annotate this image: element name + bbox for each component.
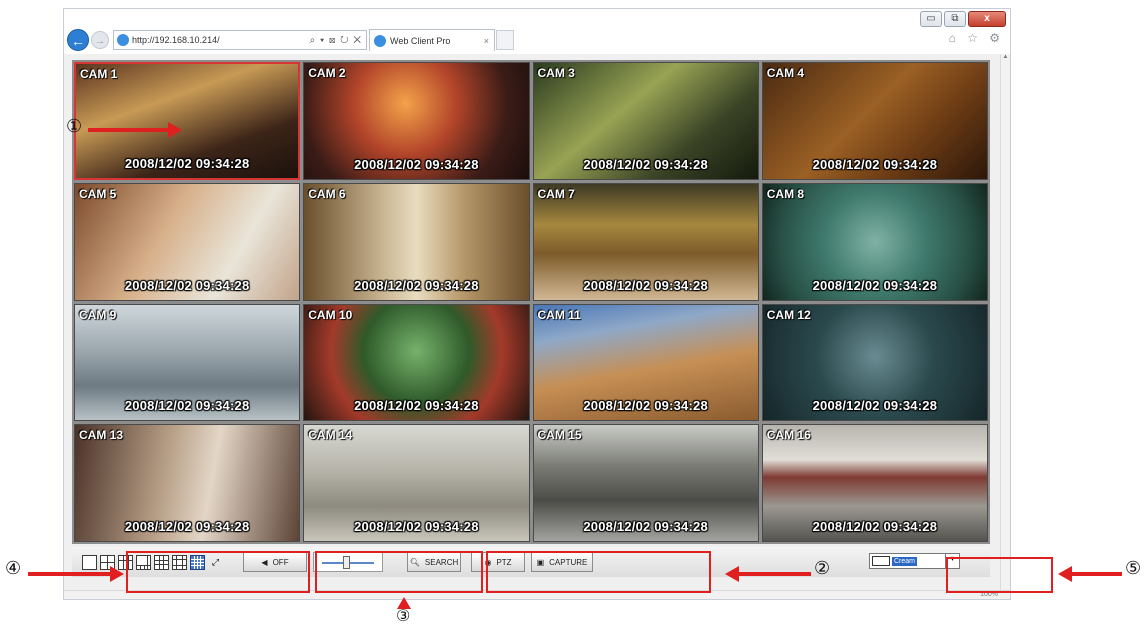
browser-right-icons[interactable]: ⌂ ☆ ⚙ xyxy=(949,31,1004,45)
annotation-arrowhead-1 xyxy=(168,122,182,138)
camera-timestamp: 2008/12/02 09:34:28 xyxy=(124,155,250,171)
tab-web-client-pro[interactable]: Web Client Pro × xyxy=(369,29,495,51)
camera-tile-4[interactable]: CAM 4 2008/12/02 09:34:28 xyxy=(761,62,988,180)
camera-timestamp: 2008/12/02 09:34:28 xyxy=(354,398,479,414)
camera-timestamp: 2008/12/02 09:34:28 xyxy=(354,156,479,172)
camera-tile-5[interactable]: CAM 5 2008/12/02 09:34:28 xyxy=(74,182,301,301)
browser-toolbar: ← → http://192.168.10.214/ ⌕ ▾ ⊠ ↻ ✕ Web… xyxy=(64,27,1010,53)
browser-window: ▭ ⧉ x ← → http://192.168.10.214/ ⌕ ▾ ⊠ ↻… xyxy=(63,8,1011,600)
camera-tile-8[interactable]: CAM 8 2008/12/02 09:34:28 xyxy=(761,182,988,301)
camera-timestamp: 2008/12/02 09:34:28 xyxy=(583,519,708,534)
web-client-content: CAM 1 2008/12/02 09:34:28 CAM 2 2008/12/02… xyxy=(64,54,1000,592)
layout-1x1-icon[interactable] xyxy=(82,554,97,570)
camera-tile-1[interactable]: CAM 1 2008/12/02 09:34:28 xyxy=(74,62,301,180)
camera-timestamp: 2008/12/02 09:34:28 xyxy=(583,277,708,293)
camera-timestamp: 2008/12/02 09:34:28 xyxy=(812,156,938,172)
camera-title: CAM 12 xyxy=(766,307,811,322)
camera-timestamp: 2008/12/02 09:34:28 xyxy=(583,398,708,414)
camera-timestamp: 2008/12/02 09:34:28 xyxy=(124,519,250,534)
annotation-number-5: ⑤ xyxy=(1125,558,1142,579)
annotation-arrowhead-5 xyxy=(1058,566,1072,582)
camera-title: CAM 2 xyxy=(308,66,346,80)
window-controls: ▭ ⧉ x xyxy=(920,11,1006,27)
scroll-up-icon[interactable]: ▲ xyxy=(1001,54,1010,60)
close-button[interactable]: x xyxy=(968,11,1006,27)
camera-title: CAM 3 xyxy=(537,66,575,80)
camera-title: CAM 1 xyxy=(80,67,118,81)
callout-box-5 xyxy=(946,557,1053,593)
camera-timestamp: 2008/12/02 09:34:28 xyxy=(812,277,938,293)
color-select-label: Cream xyxy=(891,556,917,566)
camera-tile-11[interactable]: CAM 11 2008/12/02 09:34:28 xyxy=(532,303,759,422)
annotation-arrowhead-4 xyxy=(110,566,124,582)
address-bar[interactable]: http://192.168.10.214/ ⌕ ▾ ⊠ ↻ ✕ xyxy=(113,30,367,50)
camera-tile-9[interactable]: CAM 9 2008/12/02 09:34:28 xyxy=(74,303,301,422)
camera-timestamp: 2008/12/02 09:34:28 xyxy=(124,398,250,414)
camera-tile-3[interactable]: CAM 3 2008/12/02 09:34:28 xyxy=(532,62,759,180)
annotation-number-3: ③ xyxy=(396,606,411,625)
camera-title: CAM 9 xyxy=(79,307,117,322)
camera-tile-7[interactable]: CAM 7 2008/12/02 09:34:28 xyxy=(532,182,759,301)
camera-tile-10[interactable]: CAM 10 2008/12/02 09:34:28 xyxy=(303,303,530,422)
vertical-scrollbar[interactable]: ▲ xyxy=(1000,54,1010,592)
camera-title: CAM 8 xyxy=(766,186,805,201)
camera-title: CAM 16 xyxy=(766,428,811,443)
annotation-arrow-4 xyxy=(28,572,110,576)
callout-box-4 xyxy=(126,551,310,593)
minimize-button[interactable]: ▭ xyxy=(920,11,942,27)
camera-tile-14[interactable]: CAM 14 2008/12/02 09:34:28 xyxy=(303,424,530,542)
camera-tile-13[interactable]: CAM 13 2008/12/02 09:34:28 xyxy=(74,424,301,542)
forward-button[interactable]: → xyxy=(91,31,109,49)
camera-title: CAM 14 xyxy=(308,428,353,443)
camera-title: CAM 15 xyxy=(537,428,582,443)
camera-tile-2[interactable]: CAM 2 2008/12/02 09:34:28 xyxy=(303,62,530,180)
camera-timestamp: 2008/12/02 09:34:28 xyxy=(812,398,938,414)
annotation-number-4: ④ xyxy=(5,558,22,579)
ie-icon xyxy=(117,34,129,46)
camera-tile-15[interactable]: CAM 15 2008/12/02 09:34:28 xyxy=(532,424,759,542)
camera-timestamp: 2008/12/02 09:34:28 xyxy=(354,519,479,534)
callout-box-2 xyxy=(486,551,711,593)
back-button[interactable]: ← xyxy=(67,29,89,51)
camera-tile-6[interactable]: CAM 6 2008/12/02 09:34:28 xyxy=(303,182,530,301)
callout-box-3 xyxy=(315,551,483,593)
new-tab-button[interactable] xyxy=(496,30,514,50)
annotation-number-2: ② xyxy=(814,558,831,579)
camera-title: CAM 4 xyxy=(766,66,805,80)
camera-tile-16[interactable]: CAM 16 2008/12/02 09:34:28 xyxy=(761,424,988,542)
annotation-arrow-1 xyxy=(88,128,168,132)
camera-title: CAM 10 xyxy=(308,307,353,322)
camera-tile-12[interactable]: CAM 12 2008/12/02 09:34:28 xyxy=(761,303,988,422)
color-swatch xyxy=(871,556,890,566)
camera-title: CAM 5 xyxy=(79,186,117,201)
annotation-arrowhead-2 xyxy=(725,566,739,582)
tab-label: Web Client Pro xyxy=(390,35,451,46)
camera-title: CAM 7 xyxy=(537,186,575,201)
camera-timestamp: 2008/12/02 09:34:28 xyxy=(124,277,250,293)
annotation-arrow-5 xyxy=(1072,572,1122,576)
camera-title: CAM 13 xyxy=(79,428,124,443)
camera-timestamp: 2008/12/02 09:34:28 xyxy=(583,156,708,172)
address-tools[interactable]: ⌕ ▾ ⊠ ↻ ✕ xyxy=(310,35,366,46)
annotation-number-1: ① xyxy=(66,116,83,137)
camera-title: CAM 6 xyxy=(308,186,346,201)
camera-timestamp: 2008/12/02 09:34:28 xyxy=(812,519,938,534)
annotation-arrow-2 xyxy=(739,572,811,576)
maximize-button[interactable]: ⧉ xyxy=(944,11,966,27)
camera-title: CAM 11 xyxy=(537,307,581,322)
camera-grid: CAM 1 2008/12/02 09:34:28 CAM 2 2008/12/02… xyxy=(72,60,990,544)
camera-timestamp: 2008/12/02 09:34:28 xyxy=(354,277,479,293)
tab-close-icon[interactable]: × xyxy=(484,36,494,46)
address-url[interactable]: http://192.168.10.214/ xyxy=(132,35,310,45)
ie-tab-icon xyxy=(374,34,386,47)
